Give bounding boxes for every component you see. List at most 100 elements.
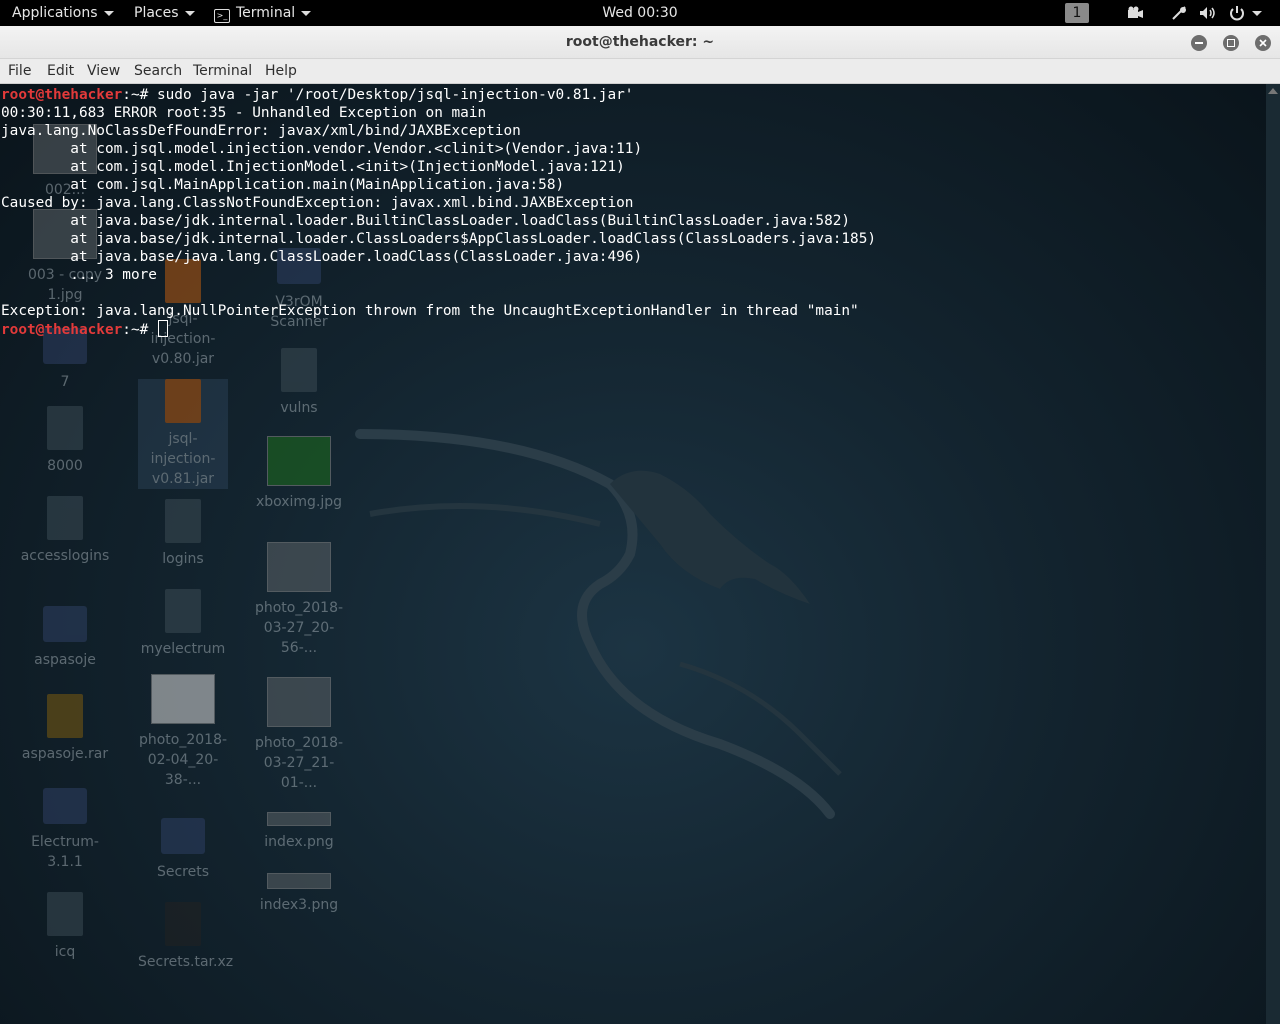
desktop-icon-label: aspasoje	[34, 652, 96, 668]
command-line: root@thehacker:~# sudo java -jar '/root/…	[1, 86, 876, 104]
image-thumbnail-icon	[267, 812, 331, 826]
desktop-icon-label: Secrets	[156, 864, 210, 880]
desktop-icon: myelectrum	[138, 589, 228, 659]
desktop-icon: icq	[20, 892, 110, 962]
minimize-button[interactable]	[1191, 35, 1207, 51]
desktop-icon-label: photo_2018-03-27_20-56-...	[254, 600, 344, 656]
menu-search[interactable]: Search	[134, 59, 182, 83]
desktop-icon: accesslogins	[20, 496, 110, 566]
archive-icon	[47, 694, 83, 738]
desktop-icon-label: index3.png	[259, 897, 339, 913]
gear-icon	[47, 892, 83, 936]
workspace-indicator[interactable]: 1	[1065, 3, 1089, 23]
desktop-icon: photo_2018-03-27_21-01-...	[254, 677, 344, 793]
desktop-icon-label: vulns	[280, 400, 318, 416]
video-camera-icon[interactable]	[1126, 5, 1144, 21]
output-line: 00:30:11,683 ERROR root:35 - Unhandled E…	[1, 105, 487, 121]
volume-icon[interactable]	[1199, 5, 1217, 21]
desktop-icon: Secrets	[138, 814, 228, 882]
desktop-icon: aspasoje	[20, 602, 110, 670]
desktop-icon: photo_2018-03-27_20-56-...	[254, 542, 344, 658]
output-line: ... 3 more	[1, 267, 157, 283]
network-icon[interactable]	[1171, 5, 1189, 21]
person-avatar-icon	[151, 674, 215, 724]
command-text: sudo java -jar '/root/Desktop/jsql-injec…	[156, 87, 634, 103]
desktop-icon-label: photo_2018-03-27_21-01-...	[254, 735, 344, 791]
output-line: at java.base/jdk.internal.loader.ClassLo…	[1, 231, 877, 247]
desktop-icon-label: Electrum-3.1.1	[31, 834, 99, 870]
desktop-icon-label: photo_2018-02-04_20-38-...	[138, 732, 228, 788]
image-thumbnail-icon	[267, 677, 331, 727]
desktop-icon: xboximg.jpg	[254, 436, 344, 512]
output-line: at com.jsql.model.injection.vendor.Vendo…	[1, 141, 643, 157]
desktop-icon: jsql-injection-v0.81.jar	[138, 379, 228, 489]
desktop-icon: index3.png	[254, 873, 344, 915]
desktop-icon: Electrum-3.1.1	[20, 784, 110, 872]
image-thumbnail-icon	[267, 542, 331, 592]
terminal-area[interactable]: 002... 003 - copy 1.jpg 7 8000 accesslog…	[0, 84, 1266, 1024]
image-thumbnail-icon	[267, 873, 331, 889]
output-line: Exception: java.lang.NullPointerExceptio…	[1, 303, 859, 319]
close-icon	[1259, 39, 1267, 47]
prompt-user: root@thehacker	[1, 87, 123, 103]
prompt-path: :~#	[122, 322, 157, 338]
desktop-icon-label: index.png	[264, 834, 334, 850]
desktop-icon: logins	[138, 499, 228, 569]
folder-icon	[43, 606, 87, 642]
output-line: java.lang.NoClassDefFoundError: javax/xm…	[1, 123, 521, 139]
desktop-icon: Secrets.tar.xz	[138, 902, 233, 972]
desktop-icon: index.png	[254, 812, 344, 852]
menu-help[interactable]: Help	[265, 59, 297, 83]
desktop-icon-label: logins	[162, 551, 204, 567]
desktop-icon-label: xboximg.jpg	[255, 494, 343, 510]
folder-icon	[161, 818, 205, 854]
menu-file[interactable]: File	[8, 59, 31, 83]
desktop-icon-label: jsql-injection-v0.81.jar	[150, 431, 216, 487]
menu-bar: File Edit View Search Terminal Help	[0, 59, 1280, 84]
desktop-icon: vulns	[254, 348, 344, 418]
desktop-icon-label: 8000	[47, 458, 83, 474]
desktop-icon-label: icq	[54, 944, 76, 960]
menu-terminal[interactable]: Terminal	[193, 59, 252, 83]
desktop-icon-label: accesslogins	[20, 548, 110, 564]
document-icon	[281, 348, 317, 392]
desktop-icon: 8000	[20, 406, 110, 476]
window-titlebar[interactable]: root@thehacker: ~	[0, 26, 1280, 59]
power-icon[interactable]	[1228, 5, 1246, 21]
desktop-icon-label: 7	[60, 374, 70, 390]
minimize-icon	[1195, 42, 1203, 44]
clock-label: Wed 00:30	[602, 5, 678, 21]
output-line: at java.base/java.lang.ClassLoader.loadC…	[1, 249, 643, 265]
folder-icon	[43, 788, 87, 824]
desktop-icon: photo_2018-02-04_20-38-...	[138, 674, 228, 790]
scroll-up-arrow-icon[interactable]	[1268, 88, 1278, 94]
terminal-output: root@thehacker:~# sudo java -jar '/root/…	[1, 86, 876, 339]
output-line: Caused by: java.lang.ClassNotFoundExcept…	[1, 195, 634, 211]
scrollbar[interactable]	[1266, 84, 1280, 1024]
image-thumbnail-icon	[267, 436, 331, 486]
desktop-icon: aspasoje.rar	[20, 694, 110, 764]
document-icon	[47, 406, 83, 450]
document-icon	[165, 499, 201, 543]
desktop-icon-label: myelectrum	[140, 641, 226, 657]
maximize-button[interactable]	[1223, 35, 1239, 51]
maximize-icon	[1227, 39, 1235, 47]
desktop-icon-label: aspasoje.rar	[21, 746, 109, 762]
output-line: at com.jsql.MainApplication.main(MainApp…	[1, 177, 565, 193]
output-line: at com.jsql.model.InjectionModel.<init>(…	[1, 159, 625, 175]
desktop-icon-label: Secrets.tar.xz	[138, 954, 234, 970]
menu-view[interactable]: View	[87, 59, 120, 83]
output-line: at java.base/jdk.internal.loader.Builtin…	[1, 213, 851, 229]
current-prompt[interactable]: root@thehacker:~#	[1, 320, 876, 339]
close-button[interactable]	[1255, 35, 1271, 51]
kali-dragon-logo	[355, 429, 842, 819]
chevron-down-icon[interactable]	[1252, 11, 1262, 16]
document-icon	[47, 496, 83, 540]
top-panel: Applications Places >_ Terminal Wed 00:30…	[0, 0, 1280, 26]
tar-archive-icon	[165, 902, 201, 946]
prompt-user: root@thehacker	[1, 322, 123, 338]
document-icon	[165, 589, 201, 633]
menu-edit[interactable]: Edit	[47, 59, 74, 83]
window-title: root@thehacker: ~	[565, 34, 715, 50]
